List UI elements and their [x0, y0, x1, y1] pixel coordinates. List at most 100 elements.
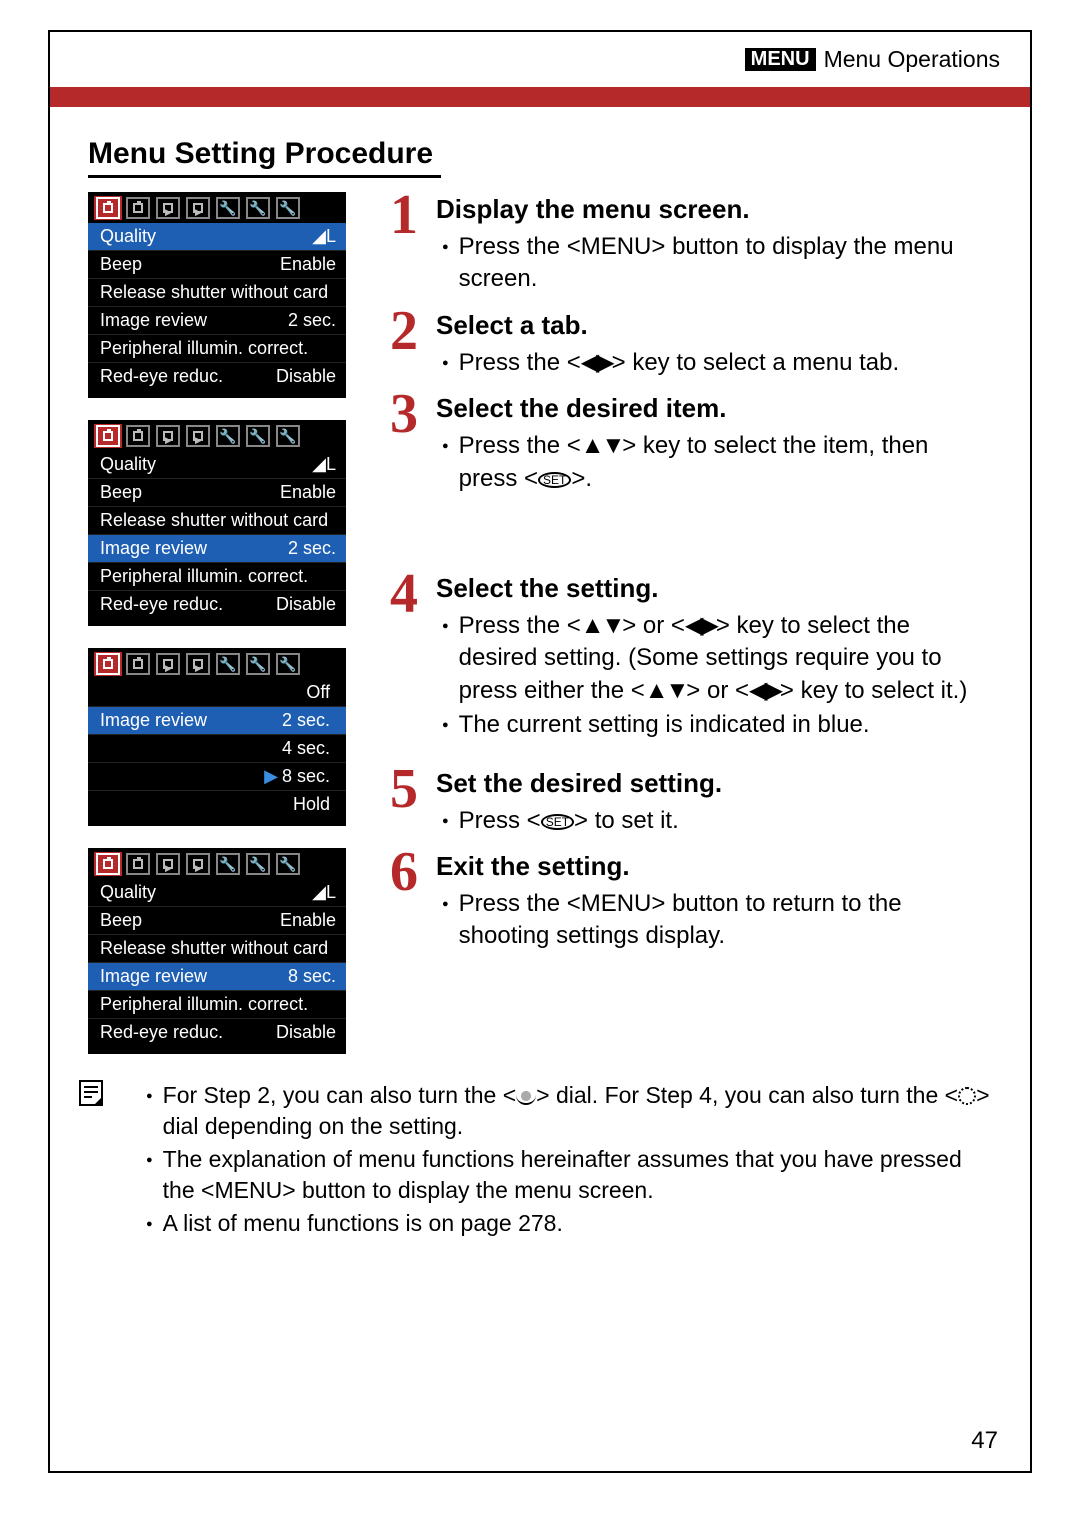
- lcd-tab-setup-2: 🔧: [244, 424, 272, 448]
- lcd-row-label: Quality: [100, 882, 156, 903]
- step-bullet: Press the <MENU> button to return to the…: [442, 888, 992, 953]
- lcd-tab-shoot-1: [94, 196, 122, 220]
- lcd-menu-row: Release shutter without card: [88, 935, 346, 963]
- lcd-row-value: ◢L: [312, 226, 336, 247]
- step-title: Display the menu screen.: [436, 194, 992, 225]
- lcd-row-label: Image review: [100, 538, 207, 559]
- quick-dial-icon: [958, 1087, 976, 1105]
- step-bullet: Press the <▲▼> or <◀▶> key to select the…: [442, 610, 992, 707]
- up-down-icon: ▲▼: [645, 677, 687, 704]
- page-number: 47: [971, 1427, 998, 1455]
- lcd-option-row: Image review2 sec.: [88, 707, 346, 735]
- footnote: For Step 2, you can also turn the <> dia…: [146, 1080, 992, 1142]
- note-icon: [76, 1078, 106, 1108]
- lcd-menu-row: Quality ◢L: [88, 223, 346, 251]
- left-right-icon: ◀▶: [685, 612, 716, 639]
- lcd-row-label: [100, 766, 264, 787]
- lcd-row-label: Peripheral illumin. correct.: [100, 994, 308, 1015]
- step-number: 5: [390, 766, 430, 839]
- lcd-tab-play-1: [154, 196, 182, 220]
- step-3: 3 Select the desired item. Press the <▲▼…: [390, 391, 992, 497]
- lcd-row-label: Image review: [100, 710, 282, 731]
- lcd-tab-play-1: [154, 424, 182, 448]
- menu-button-label: MENU: [214, 1177, 282, 1203]
- lcd-tab-play-2: [184, 852, 212, 876]
- lcd-row-label: Release shutter without card: [100, 282, 328, 303]
- steps-column: 1 Display the menu screen. Press the <ME…: [386, 192, 992, 1054]
- selected-arrow-icon: ▶: [264, 766, 278, 786]
- lcd-row-value: Enable: [280, 910, 336, 931]
- step-number: 3: [390, 391, 430, 497]
- lcd-menu-row: Release shutter without card: [88, 507, 346, 535]
- lcd-screenshot-3: 🔧 🔧 🔧 OffImage review2 sec.4 sec.▶8 sec.…: [88, 648, 346, 826]
- footnote: A list of menu functions is on page 278.: [146, 1208, 992, 1239]
- step-number: 2: [390, 308, 430, 381]
- lcd-row-value: Disable: [276, 1022, 336, 1043]
- lcd-tab-shoot-2: [124, 852, 152, 876]
- lcd-tab-shoot-2: [124, 196, 152, 220]
- lcd-row-value: ◢L: [312, 882, 336, 903]
- lcd-screenshot-4: 🔧 🔧 🔧 Quality◢LBeepEnableRelease shutter…: [88, 848, 346, 1054]
- lcd-row-value: Enable: [280, 482, 336, 503]
- set-icon: SET: [541, 814, 574, 830]
- lcd-row-label: Image review: [100, 966, 207, 987]
- left-right-icon: ◀▶: [749, 677, 780, 704]
- lcd-menu-row: Quality◢L: [88, 451, 346, 479]
- lcd-tab-setup-1: 🔧: [214, 652, 242, 676]
- step-bullet: Press <SET> to set it.: [442, 805, 992, 837]
- lcd-row-value: 2 sec.: [288, 310, 336, 331]
- screenshots-column: 🔧 🔧 🔧 Quality◢LBeepEnableRelease shutter…: [88, 192, 368, 1054]
- lcd-option-row: ▶8 sec.: [88, 763, 346, 791]
- lcd-row-value: Enable: [280, 254, 336, 275]
- lcd-tab-setup-1: 🔧: [214, 424, 242, 448]
- step-title: Set the desired setting.: [436, 768, 992, 799]
- lcd-option-row: 4 sec.: [88, 735, 346, 763]
- lcd-row-label: Peripheral illumin. correct.: [100, 338, 308, 359]
- lcd-tab-shoot-2: [124, 652, 152, 676]
- lcd-tab-shoot-2: [124, 424, 152, 448]
- lcd-option-row: Hold: [88, 791, 346, 818]
- lcd-tab-setup-1: 🔧: [214, 196, 242, 220]
- step-4: 4 Select the setting. Press the <▲▼> or …: [390, 571, 992, 744]
- footnotes: For Step 2, you can also turn the <> dia…: [50, 1080, 1030, 1239]
- lcd-screenshot-1: 🔧 🔧 🔧 Quality◢LBeepEnableRelease shutter…: [88, 192, 346, 398]
- lcd-tab-shoot-1: [94, 424, 122, 448]
- lcd-menu-row: Release shutter without card: [88, 279, 346, 307]
- lcd-row-label: Quality: [100, 454, 156, 475]
- lcd-menu-row: Peripheral illumin. correct.: [88, 335, 346, 363]
- lcd-tab-setup-2: 🔧: [244, 196, 272, 220]
- lcd-menu-row: Peripheral illumin. correct.: [88, 991, 346, 1019]
- red-band: [50, 87, 1030, 107]
- header-text: Menu Operations: [824, 46, 1000, 73]
- lcd-row-label: Release shutter without card: [100, 510, 328, 531]
- lcd-option-value: 2 sec.: [282, 710, 330, 731]
- lcd-tab-play-2: [184, 196, 212, 220]
- lcd-row-label: Red-eye reduc.: [100, 366, 223, 387]
- step-2: 2 Select a tab. Press the <◀▶> key to se…: [390, 308, 992, 381]
- manual-page: MENU Menu Operations Menu Setting Proced…: [48, 30, 1032, 1473]
- lcd-row-value: Disable: [276, 594, 336, 615]
- lcd-tab-shoot-1: [94, 652, 122, 676]
- lcd-row-label: Quality: [100, 226, 156, 247]
- step-bullet: The current setting is indicated in blue…: [442, 709, 992, 741]
- lcd-tab-setup-3: 🔧: [274, 852, 302, 876]
- lcd-menu-row: Red-eye reduc.Disable: [88, 363, 346, 390]
- lcd-row-label: [100, 682, 306, 703]
- lcd-menu-row: Image review2 sec.: [88, 307, 346, 335]
- up-down-icon: ▲▼: [581, 432, 623, 459]
- lcd-tab-shoot-1: [94, 852, 122, 876]
- lcd-tab-play-2: [184, 652, 212, 676]
- set-icon: SET: [538, 472, 571, 488]
- step-5: 5 Set the desired setting. Press <SET> t…: [390, 766, 992, 839]
- lcd-tab-setup-3: 🔧: [274, 652, 302, 676]
- lcd-menu-row: BeepEnable: [88, 479, 346, 507]
- lcd-option-row: Off: [88, 679, 346, 707]
- lcd-row-label: [100, 738, 282, 759]
- menu-button-label: MENU: [581, 233, 652, 260]
- step-number: 1: [390, 192, 430, 298]
- lcd-row-label: Beep: [100, 910, 142, 931]
- lcd-menu-row: Red-eye reduc. Disable: [88, 591, 346, 618]
- menu-button-label: MENU: [581, 890, 652, 917]
- header-title: MENU Menu Operations: [745, 46, 1000, 73]
- lcd-row-label: Red-eye reduc.: [100, 594, 223, 615]
